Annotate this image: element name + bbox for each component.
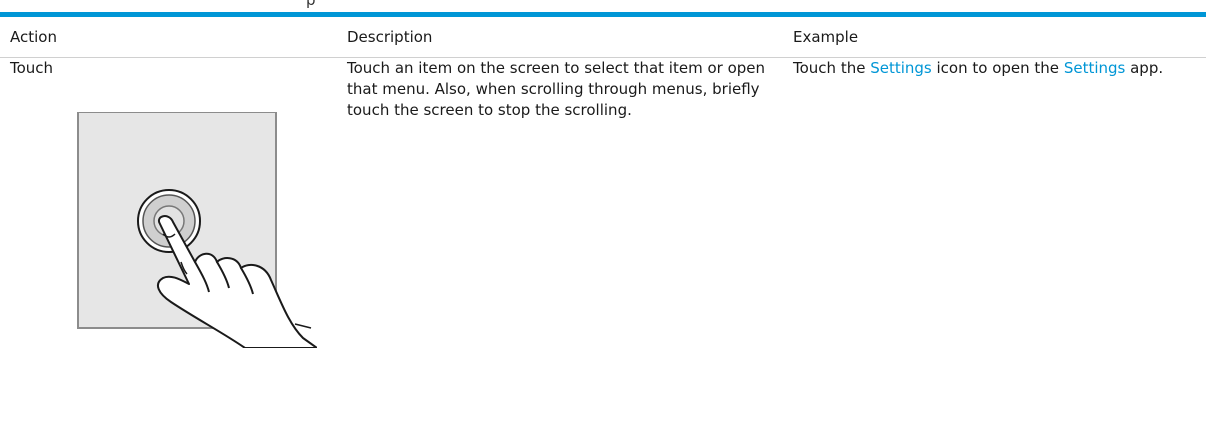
settings-link[interactable]: Settings bbox=[870, 59, 932, 77]
action-cell: Touch bbox=[0, 58, 337, 349]
action-name: Touch bbox=[10, 59, 54, 77]
table-header-row: Action Description Example bbox=[0, 17, 1206, 58]
column-header-example: Example bbox=[783, 17, 1206, 58]
description-text: Touch an item on the screen to select th… bbox=[347, 59, 766, 119]
description-cell: Touch an item on the screen to select th… bbox=[337, 58, 783, 349]
column-header-action: Action bbox=[0, 17, 337, 58]
example-text-middle: icon to open the bbox=[931, 59, 1064, 77]
example-text-after: app. bbox=[1125, 59, 1164, 77]
gesture-table: Action Description Example Touch Touch a… bbox=[0, 17, 1206, 349]
table-row: Touch Touch an item on the screen to sel… bbox=[0, 58, 1206, 349]
section-title-fragment: p bbox=[306, 0, 316, 9]
column-header-description: Description bbox=[337, 17, 783, 58]
example-text: Touch the Settings icon to open the Sett… bbox=[793, 58, 1206, 79]
example-cell: Touch the Settings icon to open the Sett… bbox=[783, 58, 1206, 349]
touch-gesture-icon bbox=[67, 111, 318, 349]
example-text-before: Touch the bbox=[793, 59, 871, 77]
settings-app-link[interactable]: Settings bbox=[1064, 59, 1126, 77]
